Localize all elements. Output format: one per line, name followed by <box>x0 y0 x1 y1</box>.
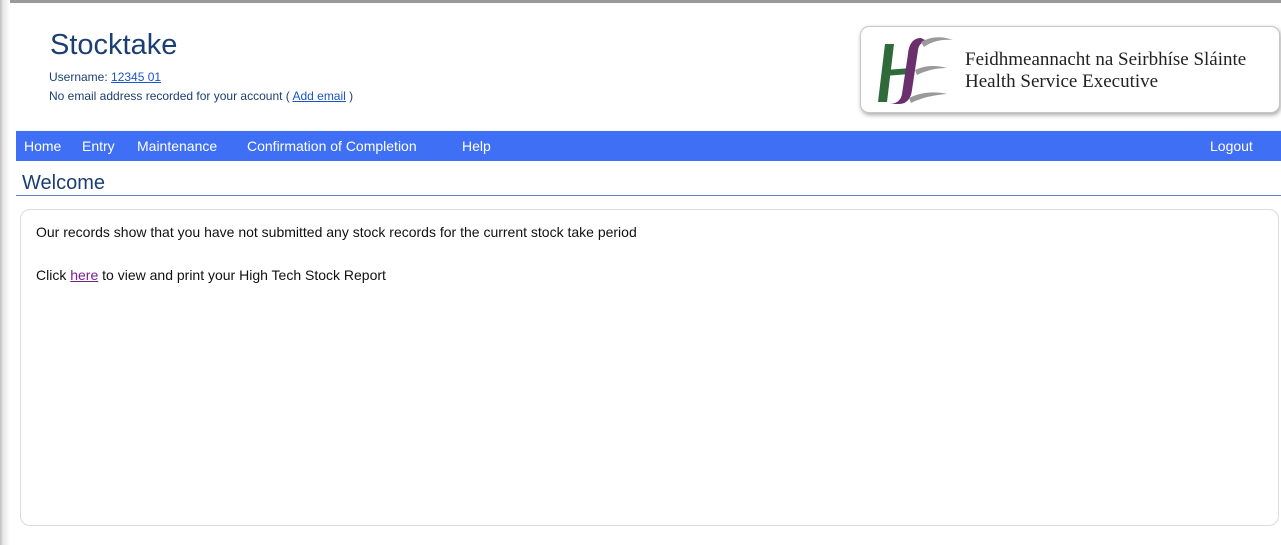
page: Stocktake Username: 12345 01 No email ad… <box>16 0 1281 545</box>
main-nav: Home Entry Maintenance Confirmation of C… <box>16 131 1281 161</box>
username-line: Username: 12345 01 <box>49 70 161 84</box>
nav-entry[interactable]: Entry <box>82 138 115 154</box>
app-title: Stocktake <box>50 29 178 61</box>
report-line: Click here to view and print your High T… <box>36 267 386 283</box>
hse-logo-mark-icon <box>878 37 953 104</box>
no-records-message: Our records show that you have not submi… <box>36 224 637 240</box>
nav-confirmation-of-completion[interactable]: Confirmation of Completion <box>247 138 417 154</box>
email-status-close: ) <box>345 89 354 103</box>
report-suffix: to view and print your High Tech Stock R… <box>98 267 386 283</box>
logo-text-irish: Feidhmeannacht na Seirbhíse Sláinte <box>965 49 1247 70</box>
title-divider <box>16 195 1281 196</box>
report-prefix: Click <box>36 267 71 283</box>
report-here-link[interactable]: here <box>70 267 98 283</box>
page-title: Welcome <box>22 172 105 194</box>
header: Stocktake Username: 12345 01 No email ad… <box>16 0 1281 130</box>
content-panel: Our records show that you have not submi… <box>20 209 1279 526</box>
hse-logo: Feidhmeannacht na Seirbhíse Sláinte Heal… <box>860 26 1280 113</box>
add-email-link[interactable]: Add email <box>292 89 345 103</box>
email-status-text: No email address recorded for your accou… <box>49 89 293 103</box>
window-left-border <box>0 0 10 545</box>
username-link[interactable]: 12345 01 <box>111 70 161 84</box>
username-label: Username: <box>49 70 112 84</box>
nav-home[interactable]: Home <box>24 138 61 154</box>
logo-text-english: Health Service Executive <box>965 71 1159 92</box>
email-status-line: No email address recorded for your accou… <box>49 89 353 103</box>
nav-help[interactable]: Help <box>462 138 491 154</box>
logo-text: Feidhmeannacht na Seirbhíse Sláinte Heal… <box>965 49 1246 93</box>
logout-link[interactable]: Logout <box>1210 138 1253 154</box>
nav-maintenance[interactable]: Maintenance <box>137 138 217 154</box>
